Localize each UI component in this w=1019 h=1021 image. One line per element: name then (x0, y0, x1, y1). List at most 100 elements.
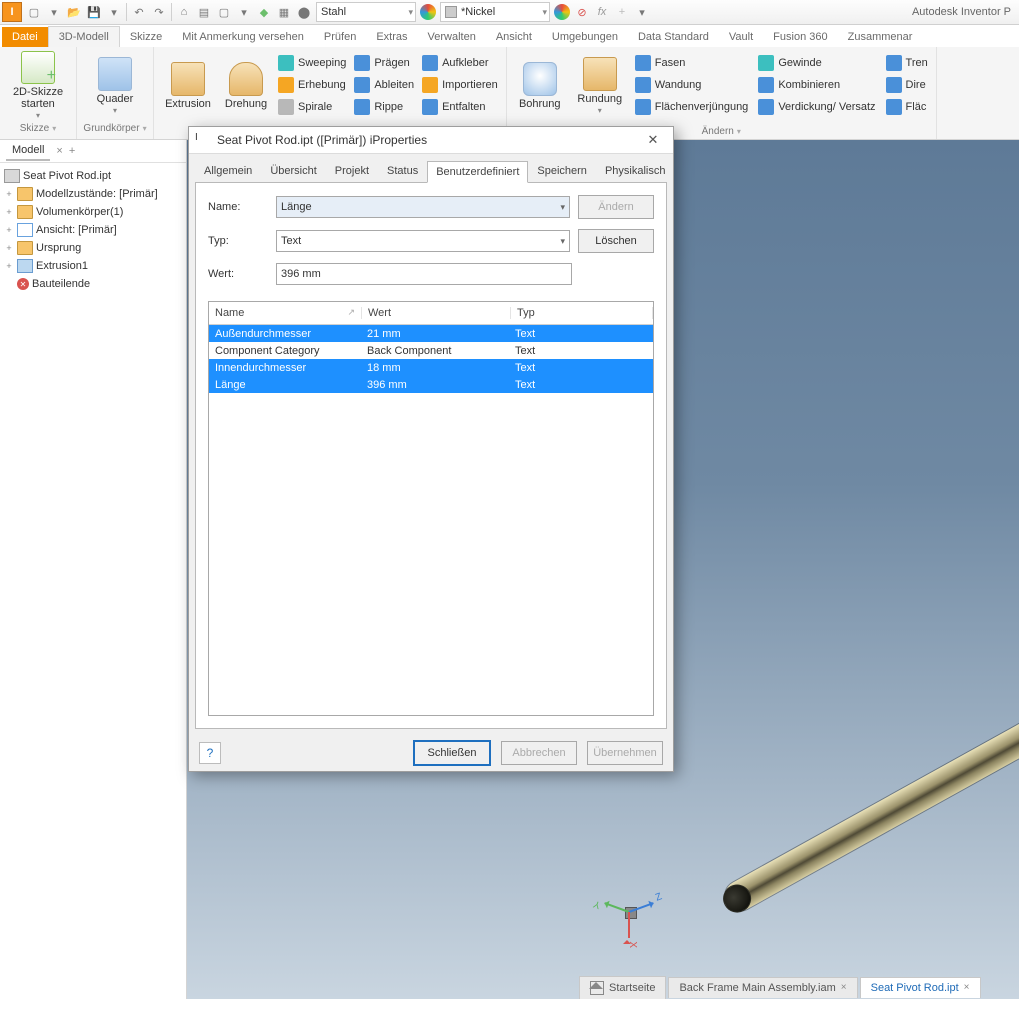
name-combo[interactable]: Länge (276, 196, 570, 218)
select-dd-icon[interactable]: ▾ (236, 4, 252, 20)
redo-icon[interactable]: ↷ (151, 4, 167, 20)
tab-ansicht[interactable]: Ansicht (486, 27, 542, 47)
close-icon[interactable]: × (841, 982, 847, 993)
qat-more-icon[interactable]: ▾ (634, 4, 650, 20)
erhebung-button[interactable]: Erhebung (276, 75, 348, 95)
rundung-button[interactable]: Rundung▾ (573, 51, 627, 121)
col-name[interactable]: Name (209, 307, 362, 319)
trennen-button[interactable]: Tren (884, 53, 930, 73)
tab-zusammen[interactable]: Zusammenar (838, 27, 923, 47)
save-icon[interactable]: 💾 (86, 4, 102, 20)
aufkleber-button[interactable]: Aufkleber (420, 53, 500, 73)
new-dd-icon[interactable]: ▾ (46, 4, 62, 20)
quader-button[interactable]: Quader▾ (83, 51, 147, 121)
fx-icon[interactable]: fx (594, 4, 610, 20)
table-row[interactable]: Innendurchmesser18 mmText (209, 359, 653, 376)
tree-item[interactable]: +Modellzustände: [Primär] (2, 185, 184, 203)
tab-file[interactable]: Datei (2, 27, 48, 47)
appearance-combo[interactable]: *Nickel (440, 2, 550, 22)
plus-icon[interactable]: + (614, 4, 630, 20)
delete-button[interactable]: Löschen (578, 229, 654, 253)
doctab-startseite[interactable]: Startseite (579, 976, 666, 999)
dtab-uebersicht[interactable]: Übersicht (261, 160, 325, 182)
save-dd-icon[interactable]: ▾ (106, 4, 122, 20)
tab-skizze[interactable]: Skizze (120, 27, 172, 47)
importieren-button[interactable]: Importieren (420, 75, 500, 95)
dtab-speichern[interactable]: Speichern (528, 160, 596, 182)
col-typ[interactable]: Typ (511, 307, 653, 319)
flaechen-button[interactable]: Flächenverjüngung (633, 97, 751, 117)
browser-tab-close-icon[interactable]: × (56, 145, 62, 157)
tab-verwalten[interactable]: Verwalten (418, 27, 486, 47)
browser-tab-add-icon[interactable]: + (69, 145, 75, 157)
chamfer-icon (635, 55, 651, 71)
appearance-sphere-icon[interactable] (420, 4, 436, 20)
tab-vault[interactable]: Vault (719, 27, 763, 47)
dialog-close-button[interactable]: ✕ (639, 130, 667, 150)
tree-item[interactable]: +Extrusion1 (2, 257, 184, 275)
tree-root[interactable]: Seat Pivot Rod.ipt (2, 167, 184, 185)
doctab-assembly[interactable]: Back Frame Main Assembly.iam× (668, 977, 857, 998)
kombinieren-button[interactable]: Kombinieren (756, 75, 877, 95)
select-icon[interactable]: ▢ (216, 4, 232, 20)
extrusion-button[interactable]: Extrusion (160, 51, 216, 121)
close-button[interactable]: Schließen (413, 740, 491, 766)
sweeping-button[interactable]: Sweeping (276, 53, 348, 73)
dtab-projekt[interactable]: Projekt (326, 160, 378, 182)
props-icon[interactable]: ▦ (276, 4, 292, 20)
home-icon[interactable]: ⌂ (176, 4, 192, 20)
model-rod[interactable] (720, 647, 1019, 916)
dtab-allgemein[interactable]: Allgemein (195, 160, 261, 182)
new-icon[interactable]: ▢ (26, 4, 42, 20)
dtab-physikalisch[interactable]: Physikalisch (596, 160, 675, 182)
flaeche-button[interactable]: Fläc (884, 97, 930, 117)
open-icon[interactable]: 📂 (66, 4, 82, 20)
verdickung-button[interactable]: Verdickung/ Versatz (756, 97, 877, 117)
browser-tab-modell[interactable]: Modell (6, 141, 50, 161)
praegen-button[interactable]: Prägen (352, 53, 416, 73)
table-row[interactable]: Außendurchmesser21 mmText (209, 325, 653, 342)
sphere-icon[interactable]: ⬤ (296, 4, 312, 20)
dtab-status[interactable]: Status (378, 160, 427, 182)
wandung-button[interactable]: Wandung (633, 75, 751, 95)
rippe-button[interactable]: Rippe (352, 97, 416, 117)
material-icon[interactable]: ◆ (256, 4, 272, 20)
tab-data-standard[interactable]: Data Standard (628, 27, 719, 47)
drehung-button[interactable]: Drehung (220, 51, 272, 121)
appearance-dd-icon[interactable] (554, 4, 570, 20)
tree-item[interactable]: +Volumenkörper(1) (2, 203, 184, 221)
ableiten-button[interactable]: Ableiten (352, 75, 416, 95)
col-wert[interactable]: Wert (362, 307, 511, 319)
tab-extras[interactable]: Extras (366, 27, 417, 47)
view-triad[interactable]: Y Z X (605, 887, 661, 943)
doctab-part[interactable]: Seat Pivot Rod.ipt× (860, 977, 981, 998)
tree-item[interactable]: ✕Bauteilende (2, 275, 184, 293)
close-icon[interactable]: × (964, 982, 970, 993)
spirale-button[interactable]: Spirale (276, 97, 348, 117)
phone-icon[interactable]: ▤ (196, 4, 212, 20)
dialog-titlebar[interactable]: I Seat Pivot Rod.ipt ([Primär]) iPropert… (189, 127, 673, 154)
wert-input[interactable]: 396 mm (276, 263, 572, 285)
app-icon[interactable]: I (2, 2, 22, 22)
undo-icon[interactable]: ↶ (131, 4, 147, 20)
gewinde-button[interactable]: Gewinde (756, 53, 877, 73)
tab-annotate[interactable]: Mit Anmerkung versehen (172, 27, 314, 47)
material-combo[interactable]: Stahl (316, 2, 416, 22)
2d-sketch-button[interactable]: +2D-Skizze starten▾ (6, 51, 70, 121)
tab-fusion[interactable]: Fusion 360 (763, 27, 837, 47)
tab-pruefen[interactable]: Prüfen (314, 27, 366, 47)
help-icon[interactable]: ? (199, 742, 221, 764)
table-row[interactable]: Länge396 mmText (209, 376, 653, 393)
direkt-button[interactable]: Dire (884, 75, 930, 95)
tree-item[interactable]: +Ursprung (2, 239, 184, 257)
tree-item[interactable]: +Ansicht: [Primär] (2, 221, 184, 239)
clear-override-icon[interactable]: ⊘ (574, 4, 590, 20)
tab-3d-modell[interactable]: 3D-Modell (48, 26, 120, 47)
typ-combo[interactable]: Text (276, 230, 570, 252)
fasen-button[interactable]: Fasen (633, 53, 751, 73)
tab-umgebungen[interactable]: Umgebungen (542, 27, 628, 47)
table-row[interactable]: Component CategoryBack ComponentText (209, 342, 653, 359)
entfalten-button[interactable]: Entfalten (420, 97, 500, 117)
dtab-benutzerdefiniert[interactable]: Benutzerdefiniert (427, 161, 528, 183)
bohrung-button[interactable]: Bohrung (513, 51, 567, 121)
